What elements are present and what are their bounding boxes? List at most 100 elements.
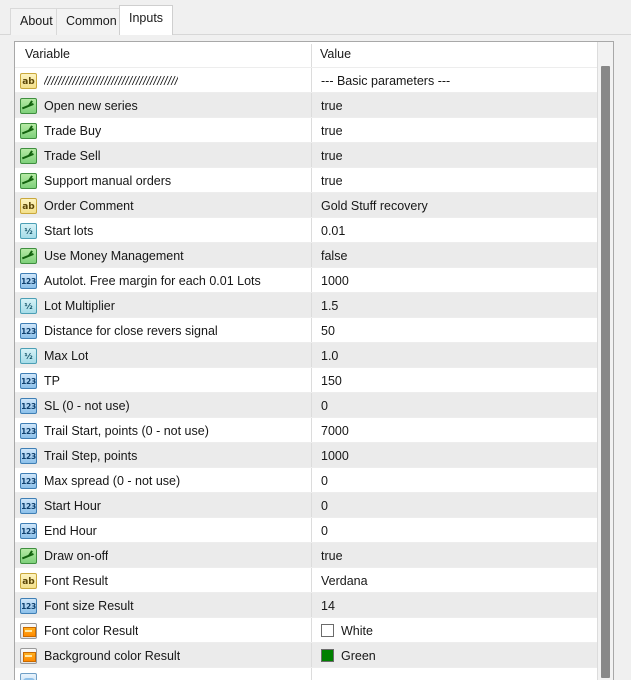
row-value-cell[interactable]: 150 [312, 368, 598, 393]
table-row[interactable]: Open new seriestrue [15, 92, 598, 117]
grid-header-row: Variable Value [15, 42, 598, 67]
table-row[interactable]: 123TP150 [15, 367, 598, 392]
row-value-cell[interactable]: Verdana [312, 568, 598, 593]
table-row[interactable]: 123Font size Result14 [15, 592, 598, 617]
tab-about[interactable]: About [10, 8, 63, 35]
row-variable-cell: Font color Result [15, 618, 311, 643]
row-variable-cell: 123SL (0 - not use) [15, 393, 311, 418]
row-value-cell[interactable]: true [312, 168, 598, 193]
row-variable-label: Support manual orders [44, 174, 171, 188]
row-variable-label: ////////////////////////////////////// [44, 74, 178, 88]
row-variable-cell: ½Max Lot [15, 343, 311, 368]
row-value-cell[interactable]: 0 [312, 393, 598, 418]
int-icon: 123 [20, 323, 37, 339]
row-variable-cell: 123 Distance for close revers signal [15, 318, 311, 343]
row-variable-label: Lot Multiplier [44, 299, 115, 313]
row-value-cell[interactable]: --- Basic parameters --- [312, 68, 598, 93]
row-value-cell[interactable]: 14 [312, 593, 598, 618]
row-variable-cell: 123Trail Step, points [15, 443, 311, 468]
table-row[interactable]: ab//////////////////////////////////////… [15, 67, 598, 92]
table-row[interactable]: 123Trail Start, points (0 - not use)7000 [15, 417, 598, 442]
row-value-cell[interactable]: true [312, 143, 598, 168]
table-row[interactable] [15, 667, 598, 680]
table-row[interactable]: Draw on-offtrue [15, 542, 598, 567]
int-icon: 123 [20, 523, 37, 539]
row-value-text: White [341, 624, 373, 638]
row-value-cell[interactable]: 0 [312, 468, 598, 493]
row-value-cell[interactable]: Gold Stuff recovery [312, 193, 598, 218]
row-variable-label: Font size Result [44, 599, 134, 613]
bool-icon [20, 98, 37, 114]
row-variable-cell: Use Money Management [15, 243, 311, 268]
row-variable-cell: abFont Result [15, 568, 311, 593]
table-row[interactable]: 123Autolot. Free margin for each 0.01 Lo… [15, 267, 598, 292]
bool-icon [20, 548, 37, 564]
row-variable-cell: 123Start Hour [15, 493, 311, 518]
row-variable-label: SL (0 - not use) [44, 399, 130, 413]
table-row[interactable]: 123 End Hour 0 [15, 517, 598, 542]
row-value-cell[interactable]: 1000 [312, 268, 598, 293]
table-row[interactable]: Background color ResultGreen [15, 642, 598, 667]
table-row[interactable]: abOrder CommentGold Stuff recovery [15, 192, 598, 217]
row-variable-label: Max Lot [44, 349, 88, 363]
double-icon: ½ [20, 298, 37, 314]
row-variable-label: Trade Buy [44, 124, 101, 138]
table-row[interactable]: Use Money Managementfalse [15, 242, 598, 267]
column-header-variable[interactable]: Variable [25, 42, 70, 67]
table-row[interactable]: Support manual orders true [15, 167, 598, 192]
row-variable-cell: 123Font size Result [15, 593, 311, 618]
row-value-cell[interactable]: 0 [312, 493, 598, 518]
table-row[interactable]: abFont ResultVerdana [15, 567, 598, 592]
color-swatch [321, 649, 334, 662]
tab-about-label: About [20, 14, 53, 28]
table-row[interactable]: 123Max spread (0 - not use)0 [15, 467, 598, 492]
table-row[interactable]: 123SL (0 - not use)0 [15, 392, 598, 417]
scrollbar-thumb[interactable] [601, 66, 610, 678]
table-row[interactable]: 123 Distance for close revers signal 50 [15, 317, 598, 342]
row-value-cell[interactable]: 1.5 [312, 293, 598, 318]
tab-inputs-label: Inputs [129, 11, 163, 25]
row-variable-label: Font Result [44, 574, 108, 588]
bool-icon [20, 123, 37, 139]
table-row[interactable]: 123Start Hour0 [15, 492, 598, 517]
color-icon [20, 623, 37, 639]
table-row[interactable]: 123Trail Step, points1000 [15, 442, 598, 467]
row-value-cell[interactable]: true [312, 543, 598, 568]
row-value-cell[interactable]: 50 [312, 318, 598, 343]
vertical-scrollbar[interactable] [597, 42, 613, 680]
tab-common[interactable]: Common [56, 8, 127, 35]
row-variable-cell: 123Autolot. Free margin for each 0.01 Lo… [15, 268, 311, 293]
row-value-cell[interactable]: 1.0 [312, 343, 598, 368]
table-row[interactable]: Font color Result White [15, 617, 598, 642]
row-variable-label: End Hour [44, 524, 97, 538]
table-row[interactable]: Trade Selltrue [15, 142, 598, 167]
row-value-cell[interactable]: false [312, 243, 598, 268]
row-value-cell[interactable]: Green [312, 643, 598, 668]
table-row[interactable]: ½Max Lot1.0 [15, 342, 598, 367]
row-value-cell[interactable]: 1000 [312, 443, 598, 468]
row-variable-cell: Draw on-off [15, 543, 311, 568]
row-value-cell[interactable]: 0.01 [312, 218, 598, 243]
int-icon: 123 [20, 473, 37, 489]
table-row[interactable]: ½Start lots0.01 [15, 217, 598, 242]
table-row[interactable]: ½ Lot Multiplier 1.5 [15, 292, 598, 317]
row-variable-cell: Background color Result [15, 643, 311, 668]
column-header-value[interactable]: Value [320, 42, 351, 67]
row-variable-label: Order Comment [44, 199, 134, 213]
tab-inputs[interactable]: Inputs [119, 5, 173, 35]
row-variable-cell: ab////////////////////////////////////// [15, 68, 311, 93]
row-value-cell[interactable]: 7000 [312, 418, 598, 443]
properties-dialog: About Common Inputs Variable Value ab///… [0, 0, 631, 680]
row-variable-label: Start lots [44, 224, 93, 238]
row-value-cell[interactable]: true [312, 118, 598, 143]
row-variable-cell: 123TP [15, 368, 311, 393]
row-variable-cell: 123 End Hour [15, 518, 311, 543]
row-value-cell[interactable]: true [312, 93, 598, 118]
table-row[interactable]: Trade Buy true [15, 117, 598, 142]
bool-icon [20, 173, 37, 189]
row-variable-label: Distance for close revers signal [44, 324, 218, 338]
row-value-cell[interactable] [312, 668, 598, 680]
row-value-cell[interactable]: 0 [312, 518, 598, 543]
row-value-cell[interactable]: White [312, 618, 598, 643]
dialog-right-gutter [614, 35, 631, 680]
